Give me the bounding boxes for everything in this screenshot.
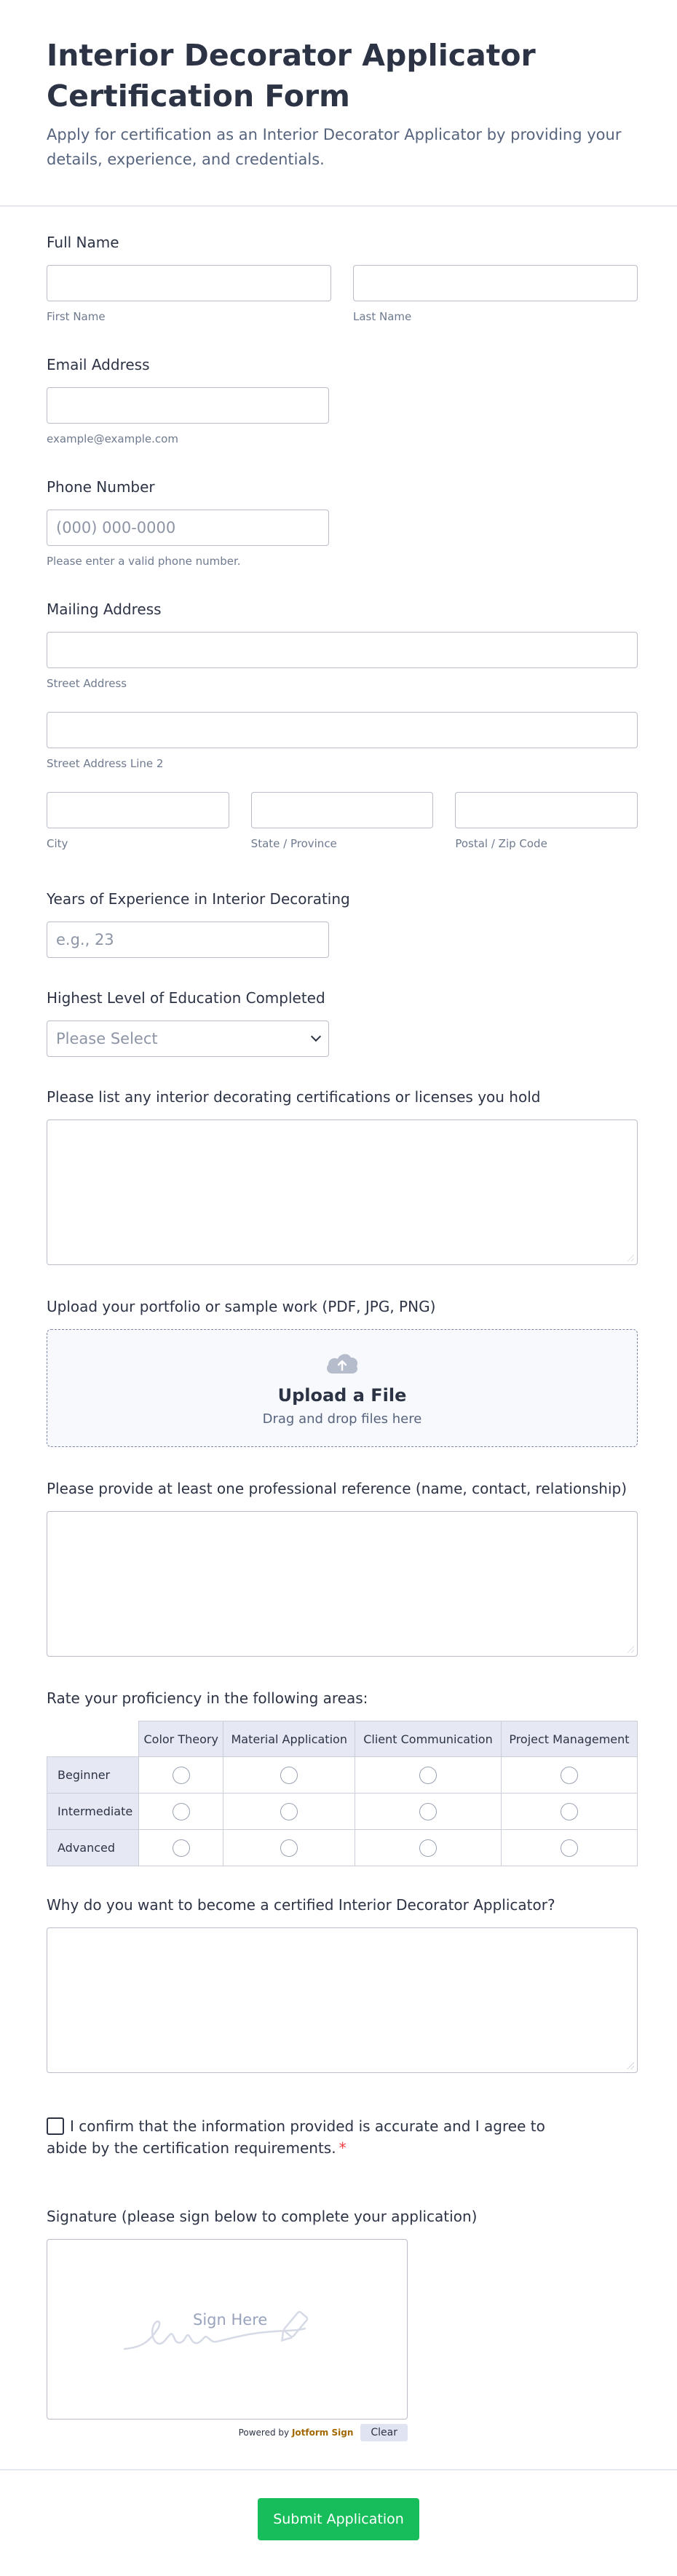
proficiency-matrix: Color Theory Material Application Client…	[47, 1721, 638, 1866]
required-asterisk: *	[338, 2139, 347, 2157]
proficiency-label: Rate your proficiency in the following a…	[47, 1689, 368, 1707]
phone-field: Phone Number (000) 000-0000 Please enter…	[47, 477, 638, 568]
form-page: Interior Decorator Applicator Certificat…	[0, 0, 677, 2576]
radio-button[interactable]	[560, 1802, 578, 1820]
matrix-column-header: Client Communication	[355, 1721, 502, 1757]
experience-input[interactable]: e.g., 23	[47, 922, 329, 958]
email-field: Email Address example@example.com	[47, 355, 638, 445]
experience-field: Years of Experience in Interior Decorati…	[47, 889, 638, 958]
powered-prefix: Powered by	[238, 2428, 290, 2438]
city-input[interactable]	[47, 792, 229, 828]
resize-handle-icon[interactable]	[627, 1254, 634, 1261]
certifications-label: Please list any interior decorating cert…	[47, 1088, 541, 1106]
matrix-column-header: Material Application	[223, 1721, 356, 1757]
full-name-label: Full Name	[47, 234, 119, 251]
phone-sublabel: Please enter a valid phone number.	[47, 555, 241, 568]
matrix-column-header: Project Management	[500, 1721, 638, 1757]
powered-by-text: Powered by Jotform Sign	[239, 2428, 354, 2438]
state-sublabel: State / Province	[250, 837, 337, 850]
jotform-sign-brand: Jotform Sign	[291, 2428, 354, 2438]
radio-button[interactable]	[172, 1802, 190, 1820]
submit-button[interactable]: Submit Application	[258, 2498, 419, 2540]
radio-button[interactable]	[560, 1839, 578, 1857]
matrix-row-label: Intermediate	[47, 1793, 139, 1830]
confirm-field: I confirm that the information provided …	[47, 2115, 568, 2159]
file-upload-dropzone[interactable]: Upload a File Drag and drop files here	[47, 1329, 638, 1447]
experience-label: Years of Experience in Interior Decorati…	[47, 890, 350, 908]
state-input[interactable]	[250, 792, 434, 828]
proficiency-field: Rate your proficiency in the following a…	[47, 1689, 638, 1866]
certifications-textarea[interactable]	[47, 1119, 638, 1265]
matrix-row: Intermediate	[47, 1793, 638, 1830]
reference-textarea[interactable]	[47, 1511, 638, 1657]
email-label: Email Address	[47, 356, 150, 373]
signature-pad[interactable]: Sign Here	[47, 2239, 408, 2420]
education-select[interactable]: Please Select	[47, 1021, 329, 1057]
form-header: Interior Decorator Applicator Certificat…	[0, 0, 677, 207]
portfolio-field: Upload your portfolio or sample work (PD…	[47, 1297, 638, 1447]
phone-input[interactable]: (000) 000-0000	[47, 510, 329, 546]
cloud-upload-icon	[327, 1353, 358, 1374]
radio-button[interactable]	[280, 1802, 298, 1820]
last-name-sublabel: Last Name	[353, 310, 412, 323]
street-address-line2-input[interactable]	[47, 712, 638, 748]
education-field: Highest Level of Education Completed Ple…	[47, 988, 638, 1057]
upload-file-button[interactable]: Upload a File	[278, 1385, 407, 1406]
form-title: Interior Decorator Applicator Certificat…	[47, 38, 536, 114]
radio-button[interactable]	[419, 1766, 437, 1784]
education-selected-value: Please Select	[56, 1030, 158, 1047]
motivation-field: Why do you want to become a certified In…	[47, 1895, 638, 2073]
city-sublabel: City	[47, 837, 68, 850]
reference-field: Please provide at least one professional…	[47, 1479, 638, 1657]
full-name-field: Full Name First Name Last Name	[47, 233, 638, 323]
signature-field: Signature (please sign below to complete…	[47, 2207, 638, 2441]
address-field: Mailing Address Street Address Street Ad…	[47, 600, 638, 850]
matrix-row-label: Beginner	[47, 1756, 139, 1794]
signature-label: Signature (please sign below to complete…	[47, 2208, 478, 2225]
form-footer: Submit Application	[0, 2469, 677, 2576]
resize-handle-icon[interactable]	[627, 2062, 634, 2069]
signature-scribble-icon	[123, 2310, 309, 2350]
certifications-field: Please list any interior decorating cert…	[47, 1087, 638, 1265]
upload-hint: Drag and drop files here	[262, 1411, 422, 1427]
first-name-sublabel: First Name	[47, 310, 106, 323]
matrix-column-header: Color Theory	[138, 1721, 224, 1757]
phone-placeholder: (000) 000-0000	[56, 519, 176, 536]
matrix-row-label: Advanced	[47, 1829, 139, 1866]
radio-button[interactable]	[560, 1766, 578, 1784]
matrix-corner	[47, 1721, 139, 1757]
chevron-down-icon	[310, 1031, 322, 1042]
zip-input[interactable]	[455, 792, 638, 828]
form-subtitle: Apply for certification as an Interior D…	[47, 126, 622, 168]
radio-button[interactable]	[172, 1766, 190, 1784]
radio-button[interactable]	[280, 1839, 298, 1857]
phone-label: Phone Number	[47, 478, 155, 496]
last-name-input[interactable]	[353, 265, 638, 301]
radio-button[interactable]	[280, 1766, 298, 1784]
signature-placeholder: Sign Here	[193, 2311, 268, 2329]
reference-label: Please provide at least one professional…	[47, 1480, 627, 1497]
email-input[interactable]	[47, 387, 329, 424]
portfolio-label: Upload your portfolio or sample work (PD…	[47, 1298, 436, 1315]
street-address-sublabel: Street Address	[47, 677, 127, 690]
education-label: Highest Level of Education Completed	[47, 989, 325, 1007]
matrix-row: Advanced	[47, 1829, 638, 1866]
clear-signature-button[interactable]: Clear	[360, 2424, 408, 2441]
matrix-row: Beginner	[47, 1756, 638, 1794]
resize-handle-icon[interactable]	[627, 1646, 634, 1653]
radio-button[interactable]	[172, 1839, 190, 1857]
first-name-input[interactable]	[47, 265, 331, 301]
motivation-label: Why do you want to become a certified In…	[47, 1896, 555, 1914]
motivation-textarea[interactable]	[47, 1927, 638, 2073]
address-label: Mailing Address	[47, 601, 162, 618]
confirm-text: I confirm that the information provided …	[47, 2117, 545, 2157]
radio-button[interactable]	[419, 1839, 437, 1857]
radio-button[interactable]	[419, 1802, 437, 1820]
street-address-input[interactable]	[47, 632, 638, 668]
street-address-line2-sublabel: Street Address Line 2	[47, 757, 164, 770]
confirm-checkbox[interactable]	[47, 2117, 64, 2135]
zip-sublabel: Postal / Zip Code	[455, 837, 547, 850]
email-sublabel: example@example.com	[47, 432, 178, 445]
experience-placeholder: e.g., 23	[56, 931, 114, 948]
